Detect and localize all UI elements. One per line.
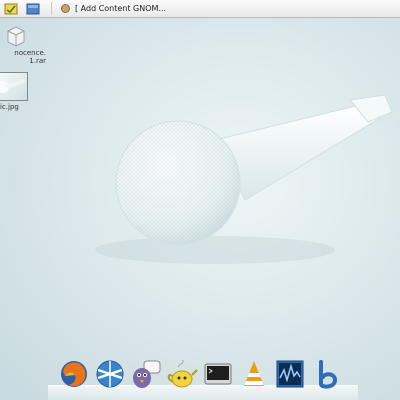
tea-pot-icon[interactable] [166, 358, 198, 390]
vlc-icon[interactable] [238, 358, 270, 390]
taskbar-window-title: [ Add Content GNOM... [75, 4, 167, 13]
archive-icon [7, 25, 25, 47]
image-thumbnail [0, 72, 28, 101]
wallpaper-microphone [95, 94, 393, 264]
network-globe-icon[interactable] [94, 358, 126, 390]
terminal-icon[interactable] [202, 358, 234, 390]
chat-bird-icon[interactable] [130, 358, 162, 390]
top-panel: [ Add Content GNOM... [0, 0, 400, 18]
app-icon [61, 4, 70, 13]
label-line-2: 1.rar [29, 57, 46, 65]
desktop-icon-rar[interactable]: nocence. 1.rar [0, 25, 46, 65]
notes-launcher-icon[interactable] [3, 2, 19, 16]
desktop-icon-label: nocence. 1.rar [0, 49, 46, 65]
firefox-icon[interactable] [58, 358, 90, 390]
desktop: [ Add Content GNOM... nocence. 1.rar ic.… [0, 0, 400, 400]
desktop-icon-jpg[interactable]: ic.jpg [0, 72, 38, 111]
show-desktop-icon[interactable] [25, 2, 41, 16]
desktop-icon-label: ic.jpg [0, 103, 19, 111]
blue-b-icon[interactable] [310, 358, 342, 390]
panel-separator [51, 2, 52, 15]
system-monitor-icon[interactable] [274, 358, 306, 390]
taskbar-window-button[interactable]: [ Add Content GNOM... [58, 1, 169, 16]
label-line-1: nocence. [14, 49, 46, 57]
